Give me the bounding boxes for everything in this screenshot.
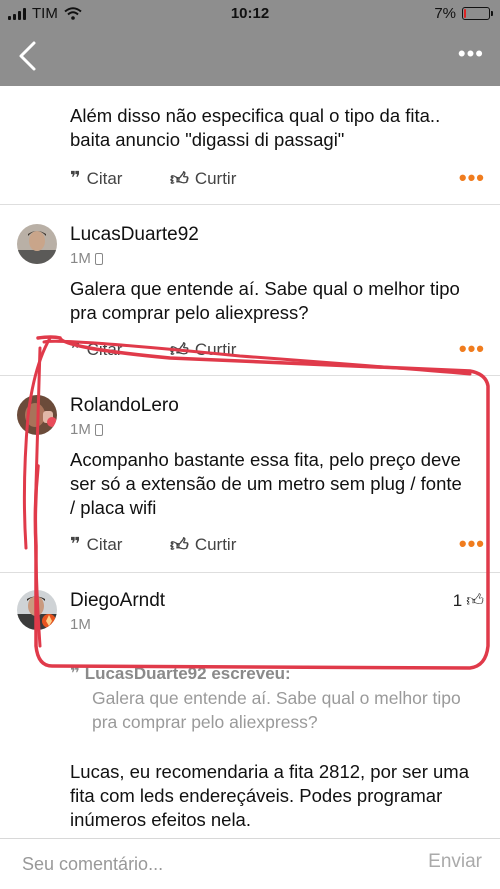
send-button[interactable]: Enviar [428, 851, 482, 873]
comment-item: DiegoArndt 1 👍︎ 1M ❞ LucasDuarte92 escre… [0, 573, 500, 838]
quote-label: Citar [86, 339, 123, 359]
avatar[interactable] [17, 590, 57, 630]
quote-button[interactable]: ❞ Citar [70, 168, 122, 189]
comment-meta: 1M [70, 250, 103, 267]
quoted-comment: ❞ LucasDuarte92 escreveu: Galera que ent… [70, 664, 480, 734]
comment-input[interactable] [22, 851, 382, 877]
battery-group: 7% [434, 5, 493, 22]
author-name[interactable]: RolandoLero [70, 395, 179, 417]
mobile-icon [94, 252, 103, 265]
comment-composer: Enviar [0, 838, 500, 889]
status-bar: TIM 10:12 7% [0, 0, 500, 26]
like-count-value: 1 [452, 590, 463, 610]
thumbs-up-icon: 👍︎ [170, 340, 189, 360]
comment-time: 1M [70, 421, 91, 438]
thumbs-up-icon: 👍︎ [170, 169, 189, 189]
comment-time: 1M [70, 250, 91, 267]
chevron-left-icon[interactable] [14, 40, 44, 72]
avatar[interactable] [17, 224, 57, 264]
clock: 10:12 [230, 5, 270, 22]
like-label: Curtir [194, 340, 237, 359]
like-label: Curtir [194, 169, 237, 188]
quote-text: Galera que entende aí. Sabe qual o melho… [92, 688, 461, 732]
like-label: Curtir [194, 535, 237, 554]
like-button[interactable]: 👍︎ Curtir [170, 339, 236, 361]
comment-item: Além disso não especifica qual o tipo da… [0, 86, 500, 205]
like-button[interactable]: 👍︎ Curtir [170, 168, 236, 190]
quote-icon: ❞ [70, 168, 81, 188]
comment-body: Acompanho bastante essa fita, pelo preço… [70, 449, 462, 518]
battery-icon [462, 7, 493, 20]
nav-bar: ••• [0, 26, 500, 86]
comment-actions: ❞ Citar 👍︎ Curtir ••• [70, 167, 485, 192]
author-name[interactable]: DiegoArndt [70, 590, 165, 612]
comment-time: 1M [70, 616, 91, 633]
like-count[interactable]: 1 👍︎ [453, 590, 484, 611]
more-options-icon[interactable]: ••• [459, 167, 485, 189]
comment-meta: 1M [70, 616, 91, 633]
comment-actions: ❞ Citar 👍︎ Curtir ••• [70, 338, 485, 363]
avatar[interactable] [17, 395, 57, 435]
more-options-icon[interactable]: ••• [459, 338, 485, 360]
quote-icon: ❞ [70, 534, 81, 554]
comment-body: Além disso não especifica qual o tipo da… [70, 105, 441, 150]
ellipsis-icon[interactable]: ••• [456, 43, 484, 65]
quote-button[interactable]: ❞ Citar [70, 339, 122, 360]
comment-actions: ❞ Citar 👍︎ Curtir ••• [70, 533, 485, 558]
comment-thread: Além disso não especifica qual o tipo da… [0, 86, 500, 838]
more-options-icon[interactable]: ••• [459, 533, 485, 555]
author-name[interactable]: LucasDuarte92 [70, 224, 199, 246]
like-button[interactable]: 👍︎ Curtir [170, 534, 236, 556]
comment-item: LucasDuarte92 1M Galera que entende aí. … [0, 205, 500, 376]
thumbs-up-icon: 👍︎ [170, 535, 189, 555]
comment-item: RolandoLero 1M Acompanho bastante essa f… [0, 376, 500, 573]
battery-percent: 7% [434, 5, 456, 22]
quote-label: Citar [86, 168, 123, 188]
quote-author: LucasDuarte92 escreveu: [84, 664, 291, 683]
quote-button[interactable]: ❞ Citar [70, 534, 122, 555]
mobile-icon [94, 423, 103, 436]
quote-icon: ❞ [70, 339, 81, 359]
quote-header: ❞ LucasDuarte92 escreveu: [70, 664, 480, 684]
thumbs-up-icon: 👍︎ [466, 591, 484, 610]
quote-label: Citar [86, 534, 123, 554]
comment-meta: 1M [70, 421, 103, 438]
comment-body: Lucas, eu recomendaria a fita 2812, por … [70, 761, 470, 830]
quote-icon: ❞ [70, 664, 85, 683]
comment-body: Galera que entende aí. Sabe qual o melho… [70, 278, 460, 323]
